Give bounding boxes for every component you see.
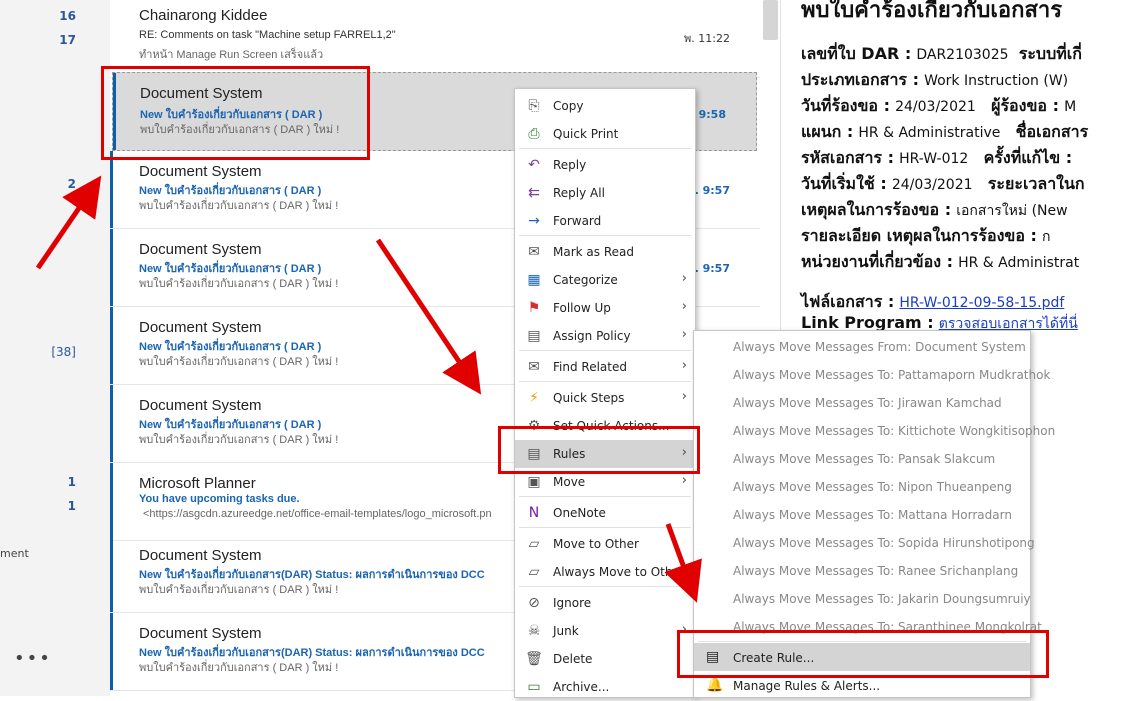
arrow-to-message: [35, 175, 102, 270]
annotation-arrows: [35, 175, 702, 603]
arrow-to-rules: [375, 238, 482, 395]
arrow-to-create-rule: [664, 523, 702, 603]
